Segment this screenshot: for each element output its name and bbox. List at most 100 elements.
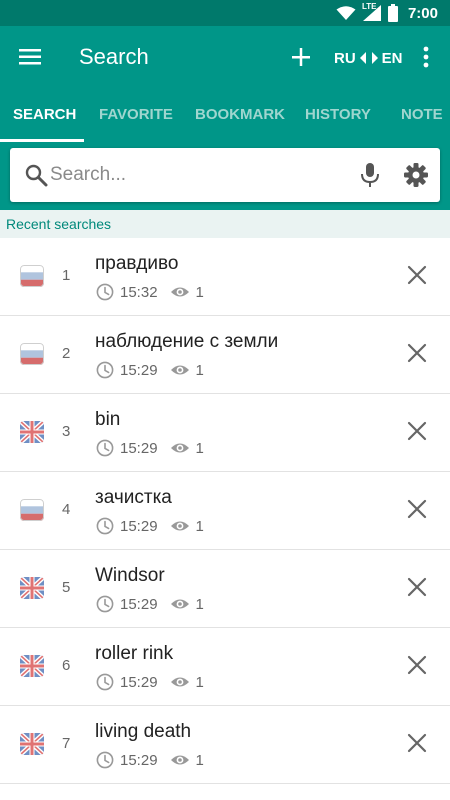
item-number: 5: [62, 579, 71, 596]
clock-icon: [96, 517, 114, 535]
recent-searches-header: Recent searches: [0, 210, 450, 238]
item-meta: 15:29 1: [96, 672, 204, 692]
item-meta: 15:32 1: [96, 282, 204, 302]
item-views-count: 1: [195, 595, 204, 613]
item-views-count: 1: [195, 517, 204, 535]
russia-flag-icon: [20, 343, 44, 365]
menu-button[interactable]: [18, 45, 44, 69]
mic-icon: [361, 163, 379, 187]
gear-icon: [404, 163, 428, 187]
voice-search-button[interactable]: [358, 162, 382, 188]
list-item[interactable]: 3 bin 15:29 1: [0, 394, 450, 472]
item-number: 3: [62, 423, 71, 440]
item-number: 7: [62, 735, 71, 752]
tab-bar: SEARCH FAVORITE BOOKMARK HISTORY NOTE: [0, 88, 450, 142]
item-meta: 15:29 1: [96, 438, 204, 458]
item-time: 15:29: [120, 517, 158, 535]
battery-icon: [387, 4, 398, 22]
status-time: 7:00: [407, 4, 438, 22]
app-bar: Search RU EN: [0, 26, 450, 88]
item-time: 15:29: [120, 673, 158, 691]
eye-icon: [170, 521, 189, 531]
close-icon: [407, 577, 427, 597]
tab-note[interactable]: NOTE: [401, 106, 443, 123]
item-time: 15:32: [120, 283, 158, 301]
wifi-icon: [336, 6, 356, 20]
item-word: roller rink: [95, 643, 174, 664]
item-time: 15:29: [120, 361, 158, 379]
status-icons: LTE 7:00: [336, 2, 438, 23]
eye-icon: [170, 287, 189, 297]
russia-flag-icon: [20, 265, 44, 287]
list-item[interactable]: 7 living death 15:29 1: [0, 706, 450, 784]
remove-item-button[interactable]: [406, 420, 428, 442]
clock-icon: [96, 283, 114, 301]
item-meta: 15:29 1: [96, 750, 204, 770]
search-input[interactable]: [50, 158, 340, 192]
plus-icon: [292, 48, 310, 66]
item-word: правдиво: [95, 253, 179, 274]
item-word: зачистка: [95, 487, 172, 508]
item-meta: 15:29 1: [96, 594, 204, 614]
recent-searches-label: Recent searches: [6, 216, 112, 232]
item-views-count: 1: [195, 361, 204, 379]
status-bar: LTE 7:00: [0, 0, 450, 26]
item-time: 15:29: [120, 751, 158, 769]
remove-item-button[interactable]: [406, 498, 428, 520]
eye-icon: [170, 365, 189, 375]
hamburger-icon: [19, 49, 41, 65]
item-meta: 15:29 1: [96, 360, 204, 380]
tab-bookmark[interactable]: BOOKMARK: [195, 106, 285, 123]
eye-icon: [170, 755, 189, 765]
item-views-count: 1: [195, 751, 204, 769]
item-word: Windsor: [95, 565, 165, 586]
item-word: bin: [95, 409, 121, 430]
recent-searches-list: 1 правдиво 15:32 1 2 наблюдение с земли: [0, 238, 450, 784]
remove-item-button[interactable]: [406, 264, 428, 286]
clock-icon: [96, 673, 114, 691]
item-word: living death: [95, 721, 192, 742]
cellular-signal-icon: LTE: [361, 2, 382, 22]
item-views-count: 1: [195, 439, 204, 457]
uk-flag-icon: [20, 655, 44, 677]
list-item[interactable]: 2 наблюдение с земли 15:29 1: [0, 316, 450, 394]
uk-flag-icon: [20, 733, 44, 755]
eye-icon: [170, 443, 189, 453]
list-item[interactable]: 5 Windsor 15:29 1: [0, 550, 450, 628]
tab-search[interactable]: SEARCH: [13, 106, 76, 123]
tab-favorite[interactable]: FAVORITE: [99, 106, 173, 123]
list-item[interactable]: 4 зачистка 15:29 1: [0, 472, 450, 550]
remove-item-button[interactable]: [406, 576, 428, 598]
russia-flag-icon: [20, 499, 44, 521]
search-settings-button[interactable]: [403, 162, 429, 188]
more-vert-icon: [423, 46, 429, 68]
more-options-button[interactable]: [416, 44, 436, 70]
network-type-label: LTE: [361, 2, 377, 11]
eye-icon: [170, 599, 189, 609]
remove-item-button[interactable]: [406, 654, 428, 676]
remove-item-button[interactable]: [406, 342, 428, 364]
add-button[interactable]: [288, 44, 314, 70]
close-icon: [407, 265, 427, 285]
item-number: 1: [62, 267, 71, 284]
close-icon: [407, 343, 427, 363]
uk-flag-icon: [20, 421, 44, 443]
remove-item-button[interactable]: [406, 732, 428, 754]
close-icon: [407, 655, 427, 675]
uk-flag-icon: [20, 577, 44, 599]
item-meta: 15:29 1: [96, 516, 204, 536]
close-icon: [407, 499, 427, 519]
page-title: Search: [79, 44, 149, 69]
search-area: [0, 142, 450, 210]
item-number: 2: [62, 345, 71, 362]
item-time: 15:29: [120, 595, 158, 613]
language-switch-button[interactable]: RU EN: [334, 48, 403, 68]
list-item[interactable]: 6 roller rink 15:29 1: [0, 628, 450, 706]
clock-icon: [96, 439, 114, 457]
list-item[interactable]: 1 правдиво 15:32 1: [0, 238, 450, 316]
item-time: 15:29: [120, 439, 158, 457]
tab-history[interactable]: HISTORY: [305, 106, 371, 123]
item-word: наблюдение с земли: [95, 331, 279, 352]
target-language-label: EN: [381, 49, 403, 67]
search-box: [10, 148, 440, 202]
